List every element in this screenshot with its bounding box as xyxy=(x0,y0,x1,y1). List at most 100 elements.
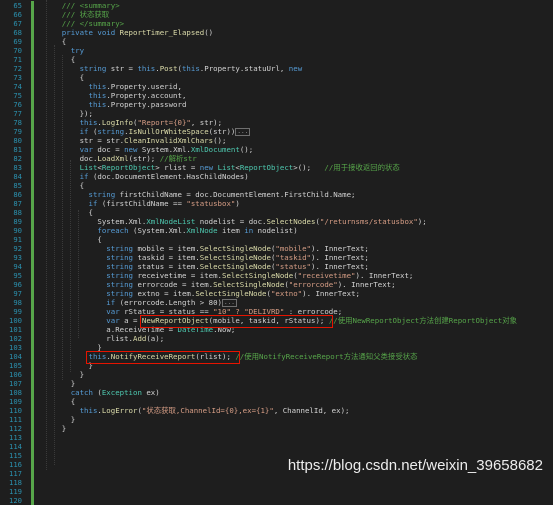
code-token: rStatus = status == xyxy=(124,307,214,316)
line-number: 106 xyxy=(9,370,22,379)
code-line[interactable]: } xyxy=(89,361,93,370)
code-line[interactable]: } xyxy=(71,379,75,388)
code-token: { xyxy=(88,208,93,217)
code-token: (); xyxy=(239,145,254,154)
code-line[interactable]: this.Property.account, xyxy=(89,91,187,100)
code-line[interactable]: { xyxy=(80,73,84,82)
code-area[interactable]: /// <summary>/// 状态获取/// </summary> priva… xyxy=(44,0,553,480)
code-line[interactable]: rlist.Add(a); xyxy=(106,334,164,343)
code-token: /// <summary> xyxy=(61,1,120,10)
code-token: , str); xyxy=(190,118,223,127)
indent-guide xyxy=(78,210,79,338)
code-token: (); xyxy=(213,136,227,145)
code-line[interactable]: a.ReceiveTime = DateTime.Now; xyxy=(106,325,235,334)
code-token: { xyxy=(79,181,85,190)
change-marker xyxy=(31,388,34,397)
code-token: .Property.userid, xyxy=(106,82,182,91)
code-line[interactable]: private void ReportTimer_Elapsed() xyxy=(62,28,213,37)
code-token: } xyxy=(97,343,102,352)
code-line[interactable]: List<ReportObject> rlist = new List<Repo… xyxy=(80,163,400,172)
code-token: } xyxy=(88,361,93,370)
code-line[interactable]: var rStatus = status == "10" ? "DELIVRD"… xyxy=(106,307,342,316)
code-token: firstChildName = doc.DocumentElement.Fir… xyxy=(119,190,356,199)
code-line[interactable]: if (string.IsNullOrWhiteSpace(str))... xyxy=(80,127,251,136)
code-token: IsNullOrWhiteSpace xyxy=(128,127,209,136)
code-line[interactable]: { xyxy=(71,397,75,406)
code-token: string xyxy=(106,262,138,271)
code-line[interactable]: doc.LoadXml(str); //解析str xyxy=(80,154,197,163)
indent-guide xyxy=(46,0,47,470)
change-marker xyxy=(31,406,34,415)
change-marker xyxy=(31,91,34,100)
change-marker xyxy=(31,478,34,487)
code-line[interactable]: string status = item.SelectSingleNode("s… xyxy=(106,262,369,271)
code-line[interactable]: /// <summary> xyxy=(62,1,120,10)
code-token: { xyxy=(70,397,76,406)
code-line[interactable]: this.LogInfo("Report={0}", str); xyxy=(80,118,222,127)
line-number: 97 xyxy=(13,289,22,298)
code-token: string xyxy=(106,244,138,253)
code-line[interactable]: this.Property.password xyxy=(89,100,187,109)
code-line[interactable]: var doc = new System.Xml.XmlDocument(); xyxy=(80,145,254,154)
code-token: } xyxy=(70,379,76,388)
line-number: 68 xyxy=(13,28,22,37)
change-marker xyxy=(31,496,34,505)
code-token: new xyxy=(199,163,218,172)
line-number: 94 xyxy=(13,262,22,271)
code-line[interactable]: /// </summary> xyxy=(62,19,124,28)
code-line[interactable]: System.Xml.XmlNodeList nodelist = doc.Se… xyxy=(97,217,426,226)
code-token: "receivetime" xyxy=(297,271,356,280)
change-marker xyxy=(31,298,34,307)
change-marker xyxy=(31,181,34,190)
collapsed-region-button[interactable]: ... xyxy=(235,128,251,136)
code-token: string xyxy=(106,280,138,289)
code-line[interactable]: string mobile = item.SelectSingleNode("m… xyxy=(106,244,369,253)
code-line[interactable]: } xyxy=(80,370,84,379)
code-token: "10" ? "DELIVRD" xyxy=(213,307,285,316)
code-editor[interactable]: 65 66 67 68 69 70 71 72 73 74 75 76 77 78 79 80 81 82 83 84… xyxy=(0,0,553,505)
code-line[interactable]: { xyxy=(80,181,84,190)
code-line[interactable]: var a = NewReportObject(mobile, taskid, … xyxy=(106,316,517,325)
code-token: ReportObject xyxy=(239,163,294,172)
code-line[interactable]: this.Property.userid, xyxy=(89,82,182,91)
code-line[interactable]: if (errorcode.Length > 80)... xyxy=(106,298,237,307)
code-line[interactable]: if (doc.DocumentElement.HasChildNodes) xyxy=(80,172,249,181)
change-marker xyxy=(31,190,34,199)
code-line[interactable]: { xyxy=(71,55,75,64)
code-line[interactable]: { xyxy=(89,208,93,217)
code-line[interactable]: foreach (System.Xml.XmlNode item in node… xyxy=(97,226,297,235)
code-line[interactable]: } xyxy=(97,343,101,352)
line-number: 117 xyxy=(9,469,22,478)
code-token: //解析str xyxy=(159,154,197,163)
code-line[interactable]: }); xyxy=(80,109,93,118)
code-line[interactable]: str = str.CleanInvalidXmlChars(); xyxy=(80,136,227,145)
code-line[interactable]: try xyxy=(71,46,84,55)
code-line[interactable]: { xyxy=(97,235,101,244)
code-token: () xyxy=(204,28,214,37)
code-token: "taskid" xyxy=(275,253,312,262)
code-token: XmlDocument xyxy=(190,145,240,154)
code-line[interactable]: this.LogError("状态获取,ChannelId={0},ex={1}… xyxy=(80,406,350,415)
code-token: string xyxy=(106,253,138,262)
code-line[interactable]: } xyxy=(62,424,66,433)
code-line[interactable]: string receivetime = item.SelectSingleNo… xyxy=(106,271,413,280)
line-number: 102 xyxy=(9,334,22,343)
change-marker xyxy=(31,145,34,154)
collapsed-region-button[interactable]: ... xyxy=(222,299,237,307)
code-line[interactable]: string extno = item.SelectSingleNode("ex… xyxy=(106,289,360,298)
code-line[interactable]: /// 状态获取 xyxy=(62,10,109,19)
code-line[interactable]: string firstChildName = doc.DocumentElem… xyxy=(89,190,356,199)
code-line[interactable]: catch (Exception ex) xyxy=(71,388,160,397)
code-line[interactable]: if (firstChildName == "statusbox") xyxy=(89,199,240,208)
change-marker xyxy=(31,55,34,64)
code-line[interactable]: } xyxy=(71,415,75,424)
code-line[interactable]: string taskid = item.SelectSingleNode("t… xyxy=(106,253,369,262)
code-line[interactable]: this.NotifyReceiveReport(rlist); //使用Not… xyxy=(89,352,418,361)
code-token: CleanInvalidXmlChars xyxy=(124,136,214,145)
code-line[interactable]: string str = this.Post(this.Property.sta… xyxy=(80,64,303,73)
change-marker xyxy=(31,415,34,424)
code-token: str = xyxy=(110,64,138,73)
line-number: 73 xyxy=(13,73,22,82)
code-line[interactable]: string errorcode = item.SelectSingleNode… xyxy=(106,280,395,289)
code-line[interactable]: { xyxy=(62,37,66,46)
